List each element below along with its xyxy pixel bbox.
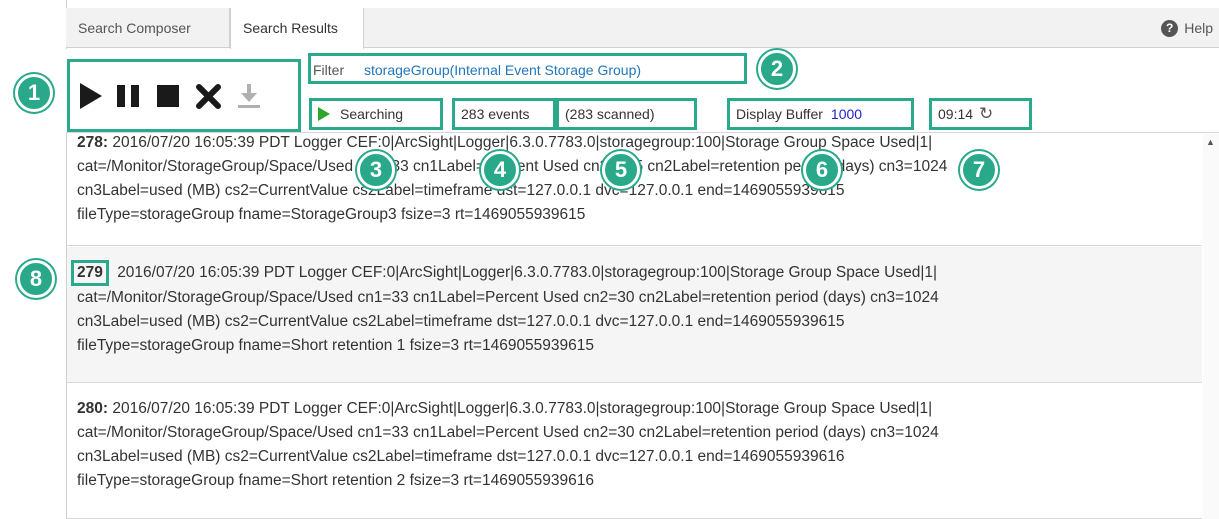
event-list: 278: 2016/07/20 16:05:39 PDT Logger CEF:…	[67, 134, 1202, 519]
scroll-up-arrow-icon[interactable]: ▲	[1206, 137, 1215, 147]
callout-badge-8: 8	[17, 260, 55, 298]
event-text: 2016/07/20 16:05:39 PDT Logger CEF:0|Arc…	[112, 400, 933, 417]
event-line: fileType=storageGroup fname=Short retent…	[77, 337, 595, 354]
callout-badge-3: 3	[357, 151, 395, 189]
event-number: 278	[77, 134, 103, 151]
event-line: cn3Label=used (MB) cs2=CurrentValue cs2L…	[77, 313, 845, 330]
callout-badge-7: 7	[960, 151, 998, 189]
event-row[interactable]: 280: 2016/07/20 16:05:39 PDT Logger CEF:…	[67, 384, 1202, 519]
event-number: 279	[71, 260, 109, 286]
event-line: cat=/Monitor/StorageGroup/Space/Used cn1…	[77, 424, 939, 441]
callout-badge-2: 2	[758, 50, 796, 88]
callout-badge-6: 6	[803, 151, 841, 189]
search-status: Searching	[309, 98, 443, 130]
event-line: cn3Label=used (MB) cs2=CurrentValue cs2L…	[77, 448, 845, 465]
play-icon[interactable]	[78, 81, 104, 111]
callout-badge-1: 1	[15, 74, 53, 112]
filter-query[interactable]: storageGroup(Internal Event Storage Grou…	[364, 62, 641, 78]
event-line: fileType=storageGroup fname=Short retent…	[77, 472, 595, 489]
download-icon[interactable]	[234, 81, 264, 111]
scanned-count: (283 scanned)	[556, 98, 697, 130]
callout-badge-5: 5	[602, 151, 640, 189]
running-icon	[318, 107, 330, 121]
event-line: 278: 2016/07/20 16:05:39 PDT Logger CEF:…	[77, 134, 1192, 155]
tab-search-composer[interactable]: Search Composer	[66, 8, 230, 48]
display-buffer-value[interactable]: 1000	[831, 106, 862, 122]
help-link[interactable]: ? Help	[1161, 8, 1213, 48]
tab-bar: Search Composer Search Results ? Help	[66, 8, 1219, 49]
question-icon: ?	[1161, 19, 1179, 37]
scrollbar[interactable]	[1203, 134, 1219, 519]
close-icon[interactable]	[194, 81, 224, 111]
display-buffer-label: Display Buffer	[736, 106, 823, 122]
event-number: 280	[77, 400, 103, 417]
event-count-label: 283 events	[461, 106, 530, 122]
scanned-count-label: (283 scanned)	[565, 106, 655, 122]
event-line: 279 2016/07/20 16:05:39 PDT Logger CEF:0…	[71, 260, 1192, 286]
tab-search-results[interactable]: Search Results	[230, 8, 364, 49]
help-label: Help	[1184, 20, 1213, 36]
refresh-timer: 09:14 ↻	[929, 98, 1032, 130]
event-count: 283 events	[452, 98, 556, 130]
search-controls	[67, 59, 301, 132]
event-text: 2016/07/20 16:05:39 PDT Logger CEF:0|Arc…	[112, 134, 933, 151]
event-line: fileType=storageGroup fname=StorageGroup…	[77, 206, 586, 223]
search-status-label: Searching	[340, 106, 404, 122]
event-separator: :	[102, 134, 109, 151]
event-row[interactable]: 279 2016/07/20 16:05:39 PDT Logger CEF:0…	[67, 247, 1202, 383]
event-text: 2016/07/20 16:05:39 PDT Logger CEF:0|Arc…	[117, 264, 937, 281]
callout-badge-4: 4	[481, 151, 519, 189]
refresh-icon[interactable]: ↻	[979, 104, 993, 124]
pause-icon[interactable]	[114, 81, 144, 111]
event-row[interactable]: 278: 2016/07/20 16:05:39 PDT Logger CEF:…	[67, 134, 1202, 246]
event-separator: :	[102, 400, 109, 417]
display-buffer: Display Buffer 1000	[727, 98, 914, 130]
filter-label: Filter	[313, 62, 345, 78]
stop-icon[interactable]	[154, 81, 184, 111]
event-line: cat=/Monitor/StorageGroup/Space/Used cn1…	[77, 289, 939, 306]
event-line: 280: 2016/07/20 16:05:39 PDT Logger CEF:…	[77, 397, 1192, 421]
elapsed-time: 09:14	[938, 106, 974, 122]
